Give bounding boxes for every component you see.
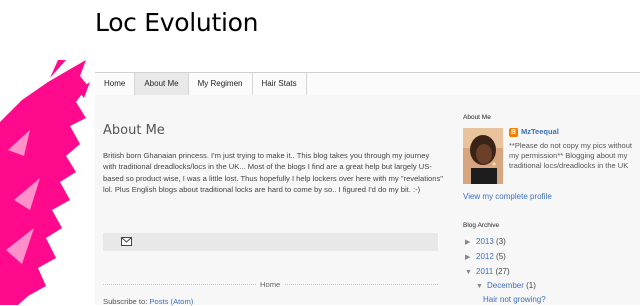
archive-year-2011[interactable]: ▼ 2011 (27) (465, 267, 510, 276)
tab-my-regimen[interactable]: My Regimen (189, 73, 253, 95)
archive-year-2012[interactable]: ▶ 2012 (5) (465, 252, 506, 261)
tab-about-me[interactable]: About Me (135, 73, 189, 95)
collapsed-arrow-icon[interactable]: ▶ (465, 253, 476, 261)
archive-count: (1) (526, 281, 536, 290)
pink-paint-splash-decoration (0, 60, 90, 305)
email-icon[interactable] (121, 237, 132, 246)
post-footer (103, 233, 438, 251)
archive-post-link[interactable]: Hair not growing? (483, 295, 546, 304)
archive-year-2013[interactable]: ▶ 2013 (3) (465, 237, 506, 246)
view-complete-profile-link[interactable]: View my complete profile (463, 192, 552, 201)
archive-post-item[interactable]: Hair not growing? (483, 295, 546, 304)
collapsed-arrow-icon[interactable]: ▶ (465, 238, 476, 246)
archive-year-link[interactable]: 2012 (476, 252, 494, 261)
blog-archive-widget-title: Blog Archive (463, 222, 500, 229)
profile-avatar[interactable] (463, 128, 503, 184)
post-body: British born Ghanaian princess. I'm just… (103, 151, 443, 194)
expanded-arrow-icon[interactable]: ▼ (465, 269, 476, 276)
archive-count: (5) (496, 252, 506, 261)
tab-hair-stats[interactable]: Hair Stats (253, 73, 307, 95)
home-link[interactable]: Home (256, 280, 285, 289)
archive-month-december[interactable]: ▼ December (1) (476, 281, 536, 290)
profile-description: **Please do not copy my pics without my … (509, 141, 632, 170)
archive-year-link[interactable]: 2011 (476, 267, 493, 276)
about-me-widget-title: About Me (463, 114, 491, 121)
archive-count: (3) (496, 237, 506, 246)
archive-count: (27) (495, 267, 510, 276)
post-title: About Me (103, 123, 165, 138)
archive-month-link[interactable]: December (487, 281, 524, 290)
blogger-profile-icon: B (509, 128, 518, 137)
page-tabs: Home About Me My Regimen Hair Stats (95, 72, 640, 96)
tab-home[interactable]: Home (95, 73, 136, 95)
blog-title[interactable]: Loc Evolution (95, 8, 258, 37)
archive-year-link[interactable]: 2013 (476, 237, 494, 246)
profile-name-link[interactable]: MzTeequal (521, 127, 559, 136)
expanded-arrow-icon[interactable]: ▼ (476, 283, 487, 290)
